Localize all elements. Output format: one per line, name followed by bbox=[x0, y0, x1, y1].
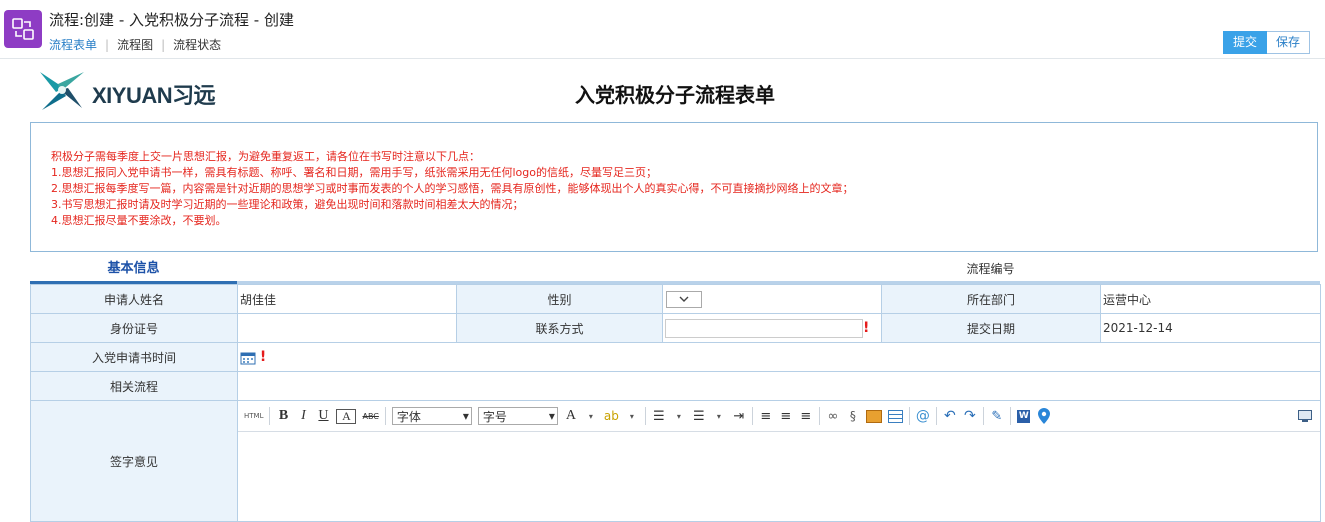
chevron-down-icon bbox=[679, 296, 689, 302]
redo-icon[interactable]: ↷ bbox=[963, 407, 977, 425]
dropdown-arrow-icon[interactable]: ▾ bbox=[625, 407, 639, 425]
dropdown-arrow-icon: ▾ bbox=[462, 409, 469, 423]
ordered-list-icon[interactable]: ☰ bbox=[652, 407, 666, 425]
flow-number-label: 流程编号 bbox=[966, 262, 1015, 276]
related-flow-label: 相关流程 bbox=[30, 371, 238, 401]
edit-signature-icon[interactable]: ✎ bbox=[990, 407, 1004, 425]
table-row: 签字意见 HTML B I U A ABC 字体 ▾ 字号 ▾ A ▾ ab ▾ ☰… bbox=[30, 400, 1321, 522]
submit-date-label: 提交日期 bbox=[881, 313, 1101, 343]
applicant-name-value: 胡佳佳 bbox=[237, 284, 457, 314]
toolbar-divider bbox=[818, 407, 820, 425]
id-number-label: 身份证号 bbox=[30, 313, 238, 343]
notice-line: 4.思想汇报尽量不要涂改，不要划。 bbox=[51, 214, 227, 227]
fullscreen-icon[interactable] bbox=[1298, 407, 1312, 425]
header-divider bbox=[0, 58, 1325, 59]
table-row: 申请人姓名 胡佳佳 性别 所在部门 运营中心 bbox=[30, 284, 1321, 314]
form-title: 入党积极分子流程表单 bbox=[575, 83, 775, 107]
bold-button[interactable]: B bbox=[276, 407, 290, 425]
tab-flow-form[interactable]: 流程表单 bbox=[49, 38, 97, 52]
gender-cell bbox=[662, 284, 882, 314]
toolbar-divider bbox=[935, 407, 937, 425]
notice-line: 3.书写思想汇报时请及时学习近期的一些理论和政策，避免出现时间和落款时间相差太大… bbox=[51, 198, 524, 211]
html-source-button[interactable]: HTML bbox=[244, 407, 263, 425]
tab-flow-chart[interactable]: 流程图 bbox=[117, 38, 153, 52]
toolbar-divider bbox=[908, 407, 910, 425]
image-icon[interactable] bbox=[865, 407, 882, 425]
notice-line: 1.思想汇报同入党申请书一样，需具有标题、称呼、署名和日期，需用手写，纸张需采用… bbox=[51, 166, 657, 179]
font-family-value: 字体 bbox=[396, 409, 421, 424]
related-flow-field[interactable] bbox=[237, 371, 1321, 401]
at-mention-icon[interactable]: @ bbox=[916, 407, 930, 425]
required-mark: ! bbox=[259, 349, 267, 365]
toolbar-divider bbox=[384, 407, 386, 425]
nav-tabs: 流程表单 | 流程图 | 流程状态 bbox=[49, 36, 221, 53]
link-icon[interactable]: ∞ bbox=[826, 407, 840, 425]
calendar-icon[interactable] bbox=[240, 351, 256, 365]
rich-text-editor: HTML B I U A ABC 字体 ▾ 字号 ▾ A ▾ ab ▾ ☰ ▾ ☰ … bbox=[237, 400, 1321, 522]
dropdown-arrow-icon[interactable]: ▾ bbox=[712, 407, 726, 425]
border-text-button[interactable]: A bbox=[336, 408, 357, 424]
notice-box: 积极分子需每季度上交一片思想汇报，为避免重复返工，请各位在书写时注意以下几点： … bbox=[30, 122, 1318, 252]
table-row: 相关流程 bbox=[30, 371, 1321, 401]
undo-icon[interactable]: ↶ bbox=[943, 407, 957, 425]
notice-line: 积极分子需每季度上交一片思想汇报，为避免重复返工，请各位在书写时注意以下几点： bbox=[51, 150, 480, 163]
dropdown-arrow-icon[interactable]: ▾ bbox=[584, 407, 598, 425]
font-family-select[interactable]: 字体 ▾ bbox=[391, 407, 472, 425]
underline-button[interactable]: U bbox=[316, 407, 330, 425]
font-size-value: 字号 bbox=[482, 409, 507, 424]
apply-time-cell: ! bbox=[237, 342, 1321, 372]
submit-button[interactable]: 提交 bbox=[1222, 31, 1267, 54]
contact-label: 联系方式 bbox=[456, 313, 663, 343]
contact-cell: ! bbox=[662, 313, 882, 343]
window-title: 流程:创建 - 入党积极分子流程 - 创建 bbox=[49, 11, 294, 29]
required-mark: ! bbox=[863, 319, 870, 336]
basic-info-table: 申请人姓名 胡佳佳 性别 所在部门 运营中心 身份证号 联系方式 ! 提交日期 … bbox=[30, 284, 1321, 522]
font-size-select[interactable]: 字号 ▾ bbox=[477, 407, 558, 425]
location-pin-icon[interactable] bbox=[1037, 407, 1051, 425]
strikethrough-button[interactable]: ABC bbox=[362, 407, 378, 425]
editor-content-area[interactable] bbox=[238, 432, 1320, 520]
table-row: 入党申请书时间 ! bbox=[30, 342, 1321, 372]
toolbar-divider bbox=[751, 407, 753, 425]
tab-divider: | bbox=[161, 38, 166, 52]
department-value: 运营中心 bbox=[1100, 284, 1321, 314]
apply-time-label: 入党申请书时间 bbox=[30, 342, 238, 372]
align-center-icon[interactable]: ≡ bbox=[779, 407, 793, 425]
editor-toolbar: HTML B I U A ABC 字体 ▾ 字号 ▾ A ▾ ab ▾ ☰ ▾ ☰ … bbox=[238, 401, 1320, 432]
applicant-name-label: 申请人姓名 bbox=[30, 284, 238, 314]
toolbar-divider bbox=[982, 407, 984, 425]
unlink-icon[interactable]: § bbox=[846, 407, 860, 425]
indent-icon[interactable]: ⇥ bbox=[732, 407, 746, 425]
gender-select[interactable] bbox=[666, 290, 702, 308]
table-row: 身份证号 联系方式 ! 提交日期 2021-12-14 bbox=[30, 313, 1321, 343]
save-button[interactable]: 保存 bbox=[1266, 31, 1310, 54]
app-flow-icon bbox=[4, 10, 42, 48]
table-icon[interactable] bbox=[887, 407, 903, 425]
toolbar-divider bbox=[269, 407, 271, 425]
align-left-icon[interactable]: ≡ bbox=[759, 407, 773, 425]
gender-label: 性别 bbox=[456, 284, 663, 314]
dropdown-arrow-icon[interactable]: ▾ bbox=[672, 407, 686, 425]
align-right-icon[interactable]: ≡ bbox=[799, 407, 813, 425]
department-label: 所在部门 bbox=[881, 284, 1101, 314]
sign-opinion-label: 签字意见 bbox=[30, 400, 238, 522]
word-doc-icon[interactable]: W bbox=[1017, 407, 1031, 425]
tab-divider: | bbox=[105, 38, 110, 52]
contact-input[interactable] bbox=[665, 318, 863, 338]
font-color-button[interactable]: A bbox=[564, 407, 578, 425]
dropdown-arrow-icon: ▾ bbox=[548, 409, 555, 423]
submit-date-value: 2021-12-14 bbox=[1100, 313, 1321, 343]
unordered-list-icon[interactable]: ☰ bbox=[692, 407, 706, 425]
toolbar-divider bbox=[1009, 407, 1011, 425]
action-buttons: 提交 保存 bbox=[1222, 31, 1310, 54]
id-number-field[interactable] bbox=[237, 313, 457, 343]
section-basic-info-tab[interactable]: 基本信息 bbox=[30, 258, 237, 281]
tab-flow-status[interactable]: 流程状态 bbox=[173, 38, 221, 52]
toolbar-divider bbox=[644, 407, 646, 425]
italic-button[interactable]: I bbox=[296, 407, 310, 425]
highlight-icon[interactable]: ab bbox=[604, 407, 619, 425]
notice-line: 2.思想汇报每季度写一篇，内容需是针对近期的思想学习或时事而发表的个人的学习感悟… bbox=[51, 182, 854, 195]
